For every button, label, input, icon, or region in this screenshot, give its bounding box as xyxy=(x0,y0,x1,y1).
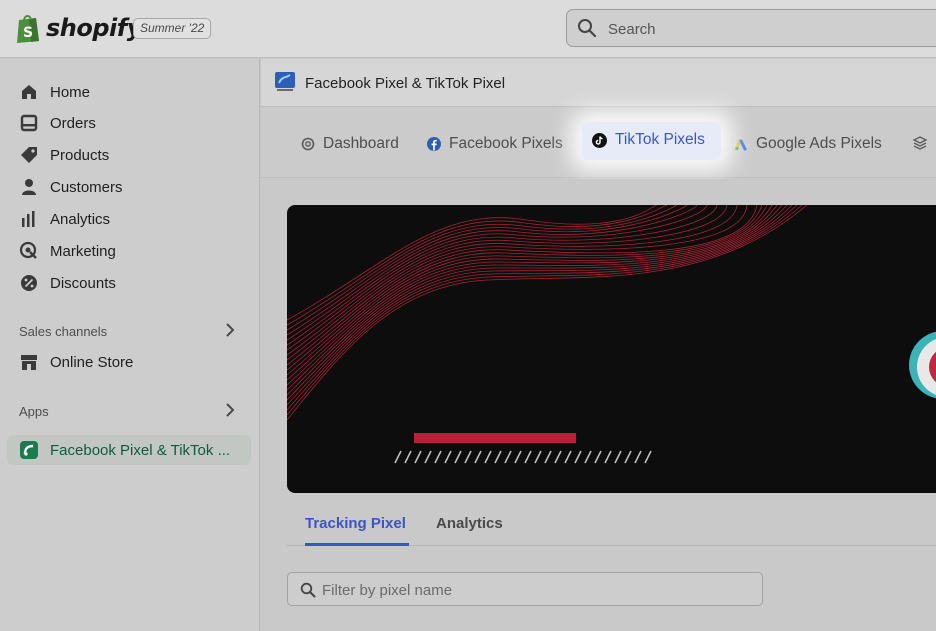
sidebar-item-label: Products xyxy=(50,146,110,164)
subtab-tracking-pixel[interactable]: Tracking Pixel xyxy=(305,515,406,532)
target-icon xyxy=(19,241,37,259)
sidebar-item-online-store[interactable]: Online Store xyxy=(19,348,133,376)
app-logo-icon xyxy=(275,72,295,91)
person-icon xyxy=(22,179,36,195)
shopify-logo[interactable]: S shopify xyxy=(14,12,142,44)
search-input[interactable]: Search xyxy=(566,9,936,47)
search-icon xyxy=(300,582,316,598)
tab-label: Facebook Pixels xyxy=(449,135,563,152)
svg-text:S: S xyxy=(23,25,33,41)
orders-icon xyxy=(20,114,38,132)
filter-placeholder: Filter by pixel name xyxy=(322,582,453,599)
google-ads-icon xyxy=(734,139,747,151)
wave-graphic xyxy=(287,205,936,464)
tab-dashboard[interactable]: Dashboard xyxy=(301,129,399,159)
pixel-filter-input[interactable]: Filter by pixel name xyxy=(287,572,763,606)
facebook-icon xyxy=(427,137,441,151)
active-subtab-underline xyxy=(305,543,409,546)
tab-google-ads-pixels[interactable]: Google Ads Pixels xyxy=(734,129,882,159)
sidebar-item-customers[interactable]: Customers xyxy=(19,173,123,201)
home-icon xyxy=(22,85,36,99)
tab-label: Google Ads Pixels xyxy=(756,135,882,152)
edition-badge: Summer '22 xyxy=(133,18,212,39)
sidebar-item-label: Customers xyxy=(50,178,123,196)
shopify-bag-icon: S xyxy=(17,15,39,43)
tab-label: Dashboard xyxy=(323,135,399,152)
sidebar-item-discounts[interactable]: Discounts xyxy=(19,269,116,297)
sidebar-item-orders[interactable]: Orders xyxy=(19,109,96,137)
sidebar-item-active-app[interactable]: Facebook Pixel & TikTok ... xyxy=(19,440,230,460)
apps-heading: Apps xyxy=(19,404,49,419)
subtab-analytics[interactable]: Analytics xyxy=(436,515,503,532)
sales-channels-heading: Sales channels xyxy=(19,324,108,339)
top-bar: S shopify Summer '22 Search xyxy=(0,0,936,58)
tiktok-icon xyxy=(592,132,607,148)
sidebar-item-label: Analytics xyxy=(50,210,111,228)
tab-facebook-pixels[interactable]: Facebook Pixels xyxy=(427,129,563,159)
search-placeholder: Search xyxy=(608,21,656,38)
sidebar-item-products[interactable]: Products xyxy=(19,141,109,169)
sidebar-item-label: Marketing xyxy=(50,242,116,260)
tab-tiktok-pixels-label[interactable]: TikTok Pixels xyxy=(592,131,705,149)
app-icon xyxy=(20,441,38,459)
dashboard-icon xyxy=(301,137,315,151)
bar-chart-icon xyxy=(22,211,35,227)
store-icon xyxy=(21,355,37,370)
app-header: Facebook Pixel & TikTok Pixel xyxy=(261,59,936,107)
sidebar-item-label: Online Store xyxy=(50,353,134,371)
tag-icon xyxy=(21,147,37,163)
chevron-right-icon[interactable] xyxy=(222,322,238,338)
tab-label: TikTok Pixels xyxy=(615,131,705,148)
sidebar-item-analytics[interactable]: Analytics xyxy=(19,205,110,233)
sidebar-item-label: Facebook Pixel & TikTok ... xyxy=(50,441,231,459)
sidebar-item-label: Discounts xyxy=(50,274,116,292)
tiktok-banner-image xyxy=(287,205,936,493)
sidebar-item-home[interactable]: Home xyxy=(19,78,90,106)
sidebar: Home Orders Products Customers Analytics… xyxy=(0,59,260,631)
search-icon xyxy=(578,19,597,38)
layers-icon[interactable] xyxy=(913,136,927,150)
percent-icon xyxy=(21,275,37,291)
brand-name: shopify xyxy=(46,14,142,42)
sidebar-item-label: Orders xyxy=(50,114,96,132)
app-title: Facebook Pixel & TikTok Pixel xyxy=(305,75,506,92)
sidebar-item-label: Home xyxy=(50,83,91,101)
chevron-right-icon[interactable] xyxy=(222,402,238,418)
sidebar-item-marketing[interactable]: Marketing xyxy=(19,237,116,265)
